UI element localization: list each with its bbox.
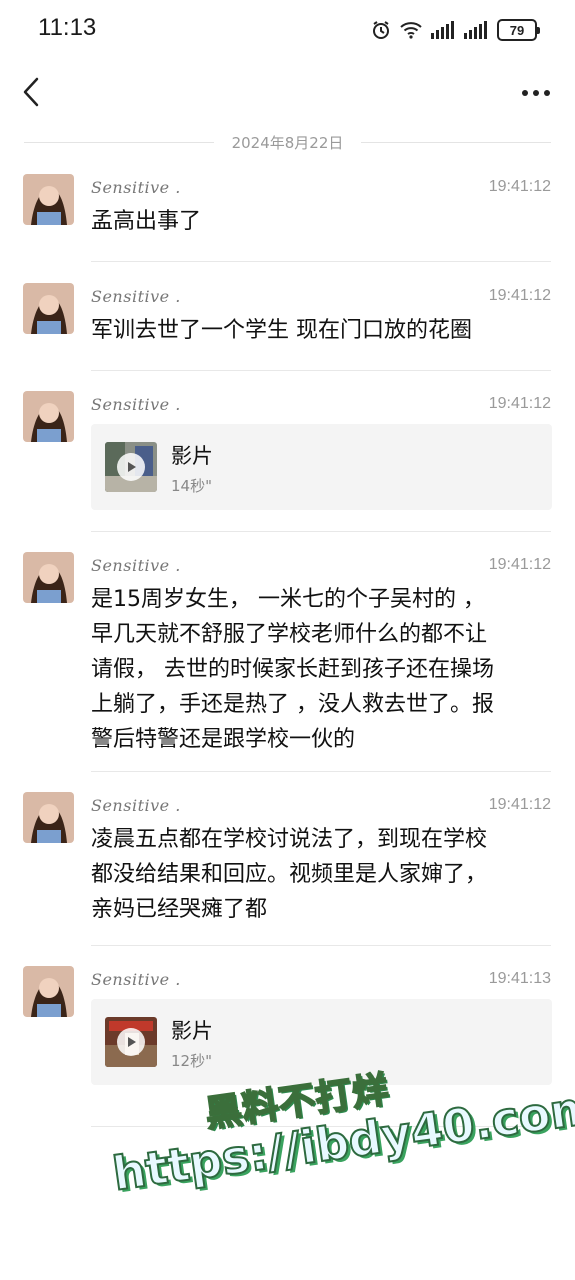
- alarm-icon: [371, 20, 391, 40]
- avatar[interactable]: [23, 174, 74, 225]
- avatar[interactable]: [23, 283, 74, 334]
- video-title: 影片: [171, 444, 213, 468]
- play-icon: [117, 453, 145, 481]
- status-bar: 11:13 79: [0, 0, 575, 60]
- more-horizontal-icon: [522, 90, 550, 96]
- video-duration: 14秒": [171, 477, 212, 495]
- video-card[interactable]: 影片 14秒": [91, 424, 552, 510]
- message-text-line: 凌晨五点都在学校讨说法了，到现在学校: [91, 827, 488, 852]
- sender-name: Sensitive .: [91, 970, 181, 989]
- message-divider: [91, 771, 551, 772]
- status-time: 11:13: [38, 14, 97, 41]
- message-text: 凌晨五点都在学校讨说法了，到现在学校 都没给结果和回应。视频里是人家婶了， 亲妈…: [91, 822, 557, 927]
- message-text-line: 是15周岁女生， 一米七的个子吴村的 ，: [91, 587, 485, 612]
- nav-bar: [0, 60, 575, 126]
- signal-icon-2: [464, 21, 488, 39]
- sender-name: Sensitive .: [91, 287, 181, 306]
- battery-icon: 79: [497, 19, 540, 41]
- message-text-line: 早几天就不舒服了学校老师什么的都不让: [91, 622, 488, 647]
- sender-name: Sensitive .: [91, 796, 181, 815]
- message-text-line: 请假， 去世的时候家长赶到孩子还在操场: [91, 657, 494, 682]
- message-text: 孟高出事了: [91, 209, 202, 234]
- message-divider: [91, 531, 551, 532]
- wifi-icon: [400, 21, 422, 39]
- avatar[interactable]: [23, 391, 74, 442]
- message-time: 19:41:12: [488, 796, 551, 813]
- message-text-line: 上躺了，手还是热了 ，没人救去世了。报: [91, 692, 494, 717]
- message-time: 19:41:12: [488, 395, 551, 412]
- message-text: 是15周岁女生， 一米七的个子吴村的 ， 早几天就不舒服了学校老师什么的都不让 …: [91, 582, 557, 757]
- video-thumbnail: [105, 442, 157, 492]
- more-button[interactable]: [519, 78, 553, 108]
- avatar[interactable]: [23, 792, 74, 843]
- message-text-line: 亲妈已经哭瘫了都: [91, 897, 268, 922]
- sender-name: Sensitive .: [91, 556, 181, 575]
- sender-name: Sensitive .: [91, 178, 181, 197]
- message-time: 19:41:13: [488, 970, 551, 987]
- message-text-line: 都没给结果和回应。视频里是人家婶了，: [91, 862, 488, 887]
- video-thumbnail: [105, 1017, 157, 1067]
- message-time: 19:41:12: [488, 556, 551, 573]
- video-duration: 12秒": [171, 1052, 212, 1070]
- message-text-line: 警后特警还是跟学校一伙的: [91, 727, 356, 752]
- message-time: 19:41:12: [488, 178, 551, 195]
- message-time: 19:41:12: [488, 287, 551, 304]
- message-divider: [91, 945, 551, 946]
- status-icons: 79: [371, 17, 540, 43]
- divider-line: [361, 142, 551, 143]
- video-title: 影片: [171, 1019, 213, 1043]
- message-text: 军训去世了一个学生 现在门口放的花圈: [91, 318, 472, 343]
- message-divider: [91, 370, 551, 371]
- signal-icon: [431, 21, 455, 39]
- date-divider: 2024年8月22日: [24, 130, 551, 156]
- battery-level: 79: [509, 22, 525, 38]
- chevron-left-icon: [23, 77, 39, 107]
- avatar[interactable]: [23, 552, 74, 603]
- back-button[interactable]: [14, 72, 48, 112]
- message-divider: [91, 261, 551, 262]
- avatar[interactable]: [23, 966, 74, 1017]
- play-icon: [117, 1028, 145, 1056]
- sender-name: Sensitive .: [91, 395, 181, 414]
